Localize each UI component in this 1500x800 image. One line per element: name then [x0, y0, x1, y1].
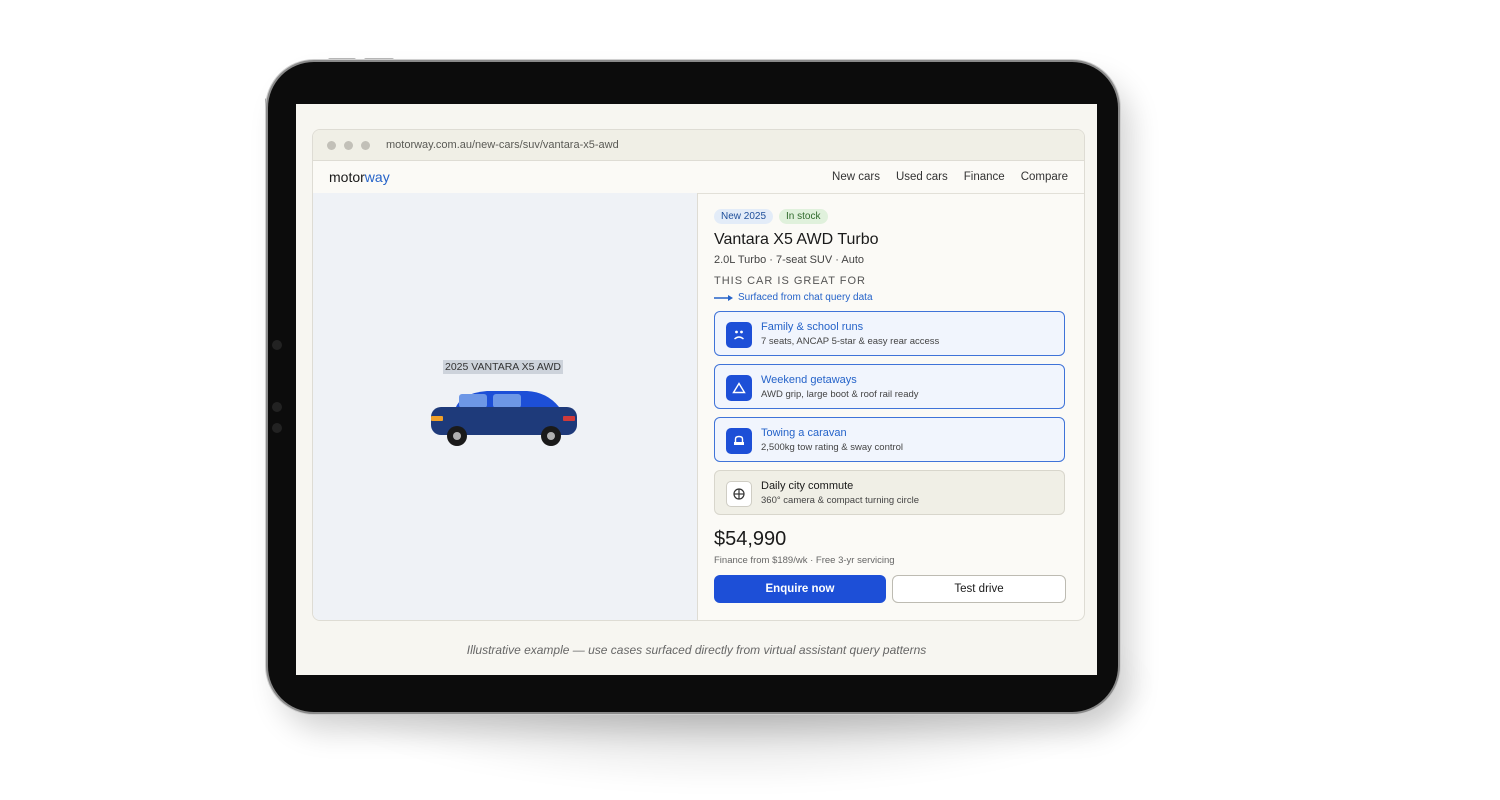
nav-link-new-cars[interactable]: New cars: [832, 171, 880, 183]
vehicle-image-caption: 2025 VANTARA X5 AWD: [443, 360, 563, 374]
window-control-close[interactable]: [327, 140, 336, 150]
illustrative-footnote: Illustrative example — use cases surface…: [466, 643, 927, 657]
listing-details: New 2025 In stock Vantara X5 AWD Turbo 2…: [714, 193, 1068, 620]
window-control-maximize[interactable]: [361, 140, 370, 150]
use-case-description: 2,500kg tow rating & sway control: [761, 442, 904, 453]
use-case-description: AWD grip, large boot & roof rail ready: [761, 389, 919, 400]
use-case-title: Family & school runs: [761, 321, 864, 333]
use-case-title: Daily city commute: [761, 480, 854, 492]
use-case-card-commute[interactable]: Daily city commute 360° camera & compact…: [714, 470, 1065, 515]
use-case-card-towing[interactable]: Towing a caravan 2,500kg tow rating & sw…: [714, 417, 1065, 462]
arrow-right-icon: [714, 294, 733, 301]
tablet-screen: motorway.com.au/new-cars/suv/vantara-x5-…: [296, 104, 1097, 675]
vehicle-specs: 2.0L Turbo · 7-seat SUV · Auto: [714, 254, 865, 266]
vehicle-price: $54,990: [714, 528, 787, 550]
car-window-rear: [459, 394, 487, 408]
badge-new: New 2025: [714, 209, 774, 224]
mountain-icon: [726, 375, 752, 401]
site-header: motorway New cars Used cars Finance Comp…: [313, 161, 1084, 194]
use-cases-heading: THIS CAR IS GREAT FOR: [714, 275, 866, 287]
caravan-icon: [726, 428, 752, 454]
logo-text: motor: [329, 169, 365, 185]
car-illustration: [431, 391, 577, 446]
nav-link-finance[interactable]: Finance: [964, 171, 1005, 183]
listing-badges: New 2025 In stock: [714, 209, 828, 224]
test-drive-button[interactable]: Test drive: [892, 575, 1066, 603]
surfaced-note-text: Surfaced from chat query data: [738, 292, 873, 303]
vehicle-image-panel: 2025 VANTARA X5 AWD: [313, 193, 698, 620]
logo-accent-text: way: [364, 169, 390, 185]
browser-chrome: motorway.com.au/new-cars/suv/vantara-x5-…: [313, 130, 1084, 161]
use-case-description: 360° camera & compact turning circle: [761, 495, 919, 506]
nav-link-compare[interactable]: Compare: [1021, 171, 1068, 183]
use-case-card-weekend[interactable]: Weekend getaways AWD grip, large boot & …: [714, 364, 1065, 409]
browser-window: motorway.com.au/new-cars/suv/vantara-x5-…: [312, 129, 1085, 621]
site-logo[interactable]: motorway: [329, 169, 390, 185]
listing-content: 2025 VANTARA X5 AWD New 2025 In stock Va…: [313, 193, 1084, 620]
enquire-now-button[interactable]: Enquire now: [714, 575, 886, 603]
tablet-camera-dot: [272, 402, 282, 412]
car-hubcap-rear: [547, 432, 555, 440]
tablet-camera-dot: [272, 340, 282, 350]
surfaced-note: Surfaced from chat query data: [714, 292, 873, 303]
use-case-title: Weekend getaways: [761, 374, 857, 386]
vehicle-title: Vantara X5 AWD Turbo: [714, 231, 879, 248]
car-headlight: [431, 416, 443, 421]
nav-link-used-cars[interactable]: Used cars: [896, 171, 948, 183]
car-hubcap-front: [453, 432, 461, 440]
address-bar-url[interactable]: motorway.com.au/new-cars/suv/vantara-x5-…: [386, 139, 619, 151]
car-window-front: [493, 394, 521, 408]
finance-note: Finance from $189/wk · Free 3-yr servici…: [714, 555, 895, 566]
family-icon: [726, 322, 752, 348]
use-case-card-family[interactable]: Family & school runs 7 seats, ANCAP 5-st…: [714, 311, 1065, 356]
crosshair-icon: [726, 481, 752, 507]
tablet-camera-dot: [272, 423, 282, 433]
use-case-description: 7 seats, ANCAP 5-star & easy rear access: [761, 336, 940, 347]
badge-in-stock: In stock: [779, 209, 828, 224]
use-case-title: Towing a caravan: [761, 427, 847, 439]
main-nav: New cars Used cars Finance Compare: [832, 171, 1068, 183]
window-control-minimize[interactable]: [344, 140, 353, 150]
car-taillight: [563, 416, 575, 421]
